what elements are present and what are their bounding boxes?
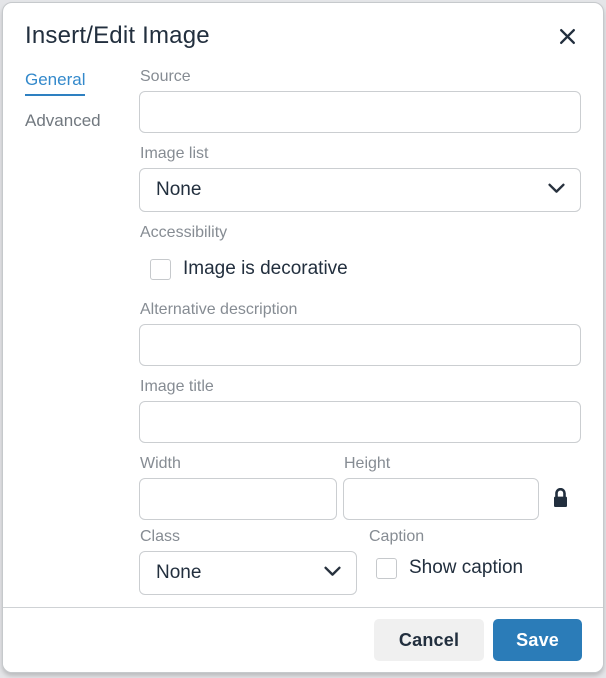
constrain-proportions-wrap — [539, 455, 581, 520]
chevron-down-icon — [548, 181, 565, 199]
width-field: Width — [139, 455, 337, 520]
dialog-title: Insert/Edit Image — [25, 22, 210, 50]
lock-icon — [552, 497, 569, 512]
width-label: Width — [140, 455, 337, 473]
image-list-select[interactable]: None — [139, 168, 581, 212]
class-label: Class — [140, 528, 357, 546]
tab-general-label: General — [25, 70, 85, 96]
image-title-input[interactable] — [139, 401, 581, 443]
constrain-proportions-button[interactable] — [550, 486, 571, 511]
width-input[interactable] — [139, 478, 337, 520]
show-caption-checkbox-row: Show caption — [376, 557, 523, 579]
dialog-footer: Cancel Save — [3, 607, 603, 672]
source-input[interactable] — [139, 91, 581, 133]
dialog-body: General Advanced Source Image list None — [3, 62, 603, 607]
save-button[interactable]: Save — [493, 619, 582, 661]
close-icon — [558, 34, 577, 49]
accessibility-section: Accessibility — [139, 224, 581, 247]
height-field: Height — [343, 455, 539, 520]
show-caption-checkbox-label: Show caption — [409, 557, 523, 579]
decorative-checkbox-label: Image is decorative — [183, 258, 348, 280]
tab-general[interactable]: General — [25, 70, 139, 96]
insert-edit-image-dialog: Insert/Edit Image General Advanced Sourc… — [2, 2, 604, 673]
caption-label: Caption — [369, 528, 523, 546]
image-form: Source Image list None Accessibility — [139, 68, 581, 607]
image-list-selected-value: None — [156, 179, 201, 201]
accessibility-label: Accessibility — [140, 224, 581, 242]
tab-advanced[interactable]: Advanced — [25, 111, 139, 131]
alt-description-input[interactable] — [139, 324, 581, 366]
tab-advanced-label: Advanced — [25, 111, 101, 130]
class-caption-row: Class None Caption Show capti — [139, 528, 581, 595]
close-button[interactable] — [554, 23, 581, 50]
height-label: Height — [344, 455, 539, 473]
height-input[interactable] — [343, 478, 539, 520]
dimensions-row: Width Height — [139, 455, 581, 520]
image-list-field: Image list None — [139, 145, 581, 212]
chevron-down-icon — [324, 564, 341, 582]
cancel-button[interactable]: Cancel — [374, 619, 484, 661]
dialog-header: Insert/Edit Image — [3, 3, 603, 62]
show-caption-checkbox[interactable] — [376, 558, 397, 579]
source-field: Source — [139, 68, 581, 133]
caption-field: Caption Show caption — [368, 528, 523, 595]
image-title-label: Image title — [140, 378, 581, 396]
image-title-field: Image title — [139, 378, 581, 443]
class-field: Class None — [139, 528, 357, 595]
decorative-checkbox-row: Image is decorative — [150, 258, 581, 280]
class-select[interactable]: None — [139, 551, 357, 595]
image-list-label: Image list — [140, 145, 581, 163]
decorative-checkbox[interactable] — [150, 259, 171, 280]
alt-description-label: Alternative description — [140, 301, 581, 319]
tab-nav: General Advanced — [25, 68, 139, 607]
alt-description-field: Alternative description — [139, 301, 581, 366]
class-selected-value: None — [156, 562, 201, 584]
source-label: Source — [140, 68, 581, 86]
